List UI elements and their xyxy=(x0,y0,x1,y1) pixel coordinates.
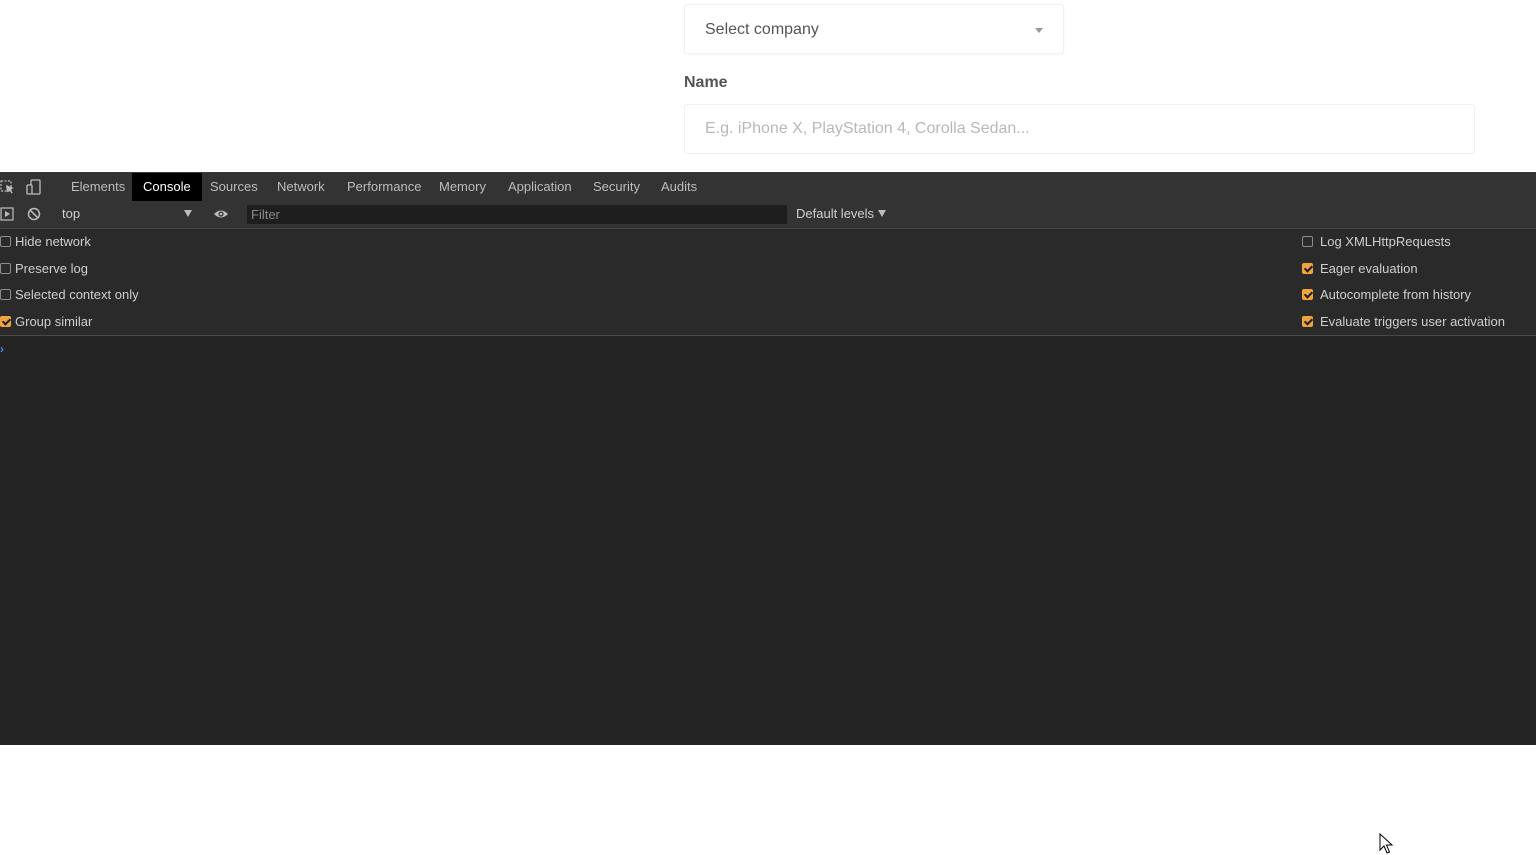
name-input[interactable] xyxy=(684,104,1475,154)
setting-label: Autocomplete from history xyxy=(1320,287,1472,302)
clear-console-icon[interactable] xyxy=(26,206,42,222)
dropdown-arrow-icon xyxy=(878,210,887,217)
checkbox[interactable] xyxy=(1302,289,1313,300)
checkbox[interactable] xyxy=(1302,263,1313,274)
console-output[interactable]: › xyxy=(0,336,1536,854)
tab-security[interactable]: Security xyxy=(582,173,651,201)
mouse-cursor-icon xyxy=(1379,833,1394,854)
devtools-tabbar: Elements Console Sources Network Perform… xyxy=(0,173,1536,201)
context-selector-value: top xyxy=(62,206,81,221)
checkbox[interactable] xyxy=(1302,236,1313,247)
tab-network[interactable]: Network xyxy=(266,173,336,201)
tab-console[interactable]: Console xyxy=(132,173,202,201)
setting-label: Selected context only xyxy=(15,287,139,302)
dropdown-arrow-icon xyxy=(184,210,192,217)
setting-label: Log XMLHttpRequests xyxy=(1320,234,1451,249)
eye-icon[interactable] xyxy=(213,206,229,222)
checkbox[interactable] xyxy=(0,263,11,274)
log-levels-label: Default levels xyxy=(796,206,875,221)
sidebar-toggle-icon[interactable] xyxy=(0,206,16,222)
checkbox[interactable] xyxy=(0,236,11,247)
device-toggle-icon[interactable] xyxy=(26,179,42,195)
tab-sources[interactable]: Sources xyxy=(199,173,269,201)
company-select-value: Select company xyxy=(705,21,819,38)
setting-label: Preserve log xyxy=(15,261,88,276)
tab-performance[interactable]: Performance xyxy=(336,173,432,201)
setting-label: Group similar xyxy=(15,314,93,329)
checkbox[interactable] xyxy=(0,316,11,327)
name-label: Name xyxy=(684,74,728,91)
tab-memory[interactable]: Memory xyxy=(428,173,497,201)
tab-elements[interactable]: Elements xyxy=(60,173,136,201)
checkbox[interactable] xyxy=(0,289,11,300)
console-prompt-chevron: › xyxy=(0,342,4,356)
tab-application[interactable]: Application xyxy=(497,173,583,201)
setting-label: Evaluate triggers user activation xyxy=(1320,314,1505,329)
chevron-down-icon xyxy=(1035,28,1043,33)
filter-input[interactable] xyxy=(247,205,787,224)
tab-audits[interactable]: Audits xyxy=(650,173,708,201)
checkbox[interactable] xyxy=(1302,316,1313,327)
devtools-panel: Elements Console Sources Network Perform… xyxy=(0,172,1536,854)
log-levels-dropdown[interactable]: Default levels xyxy=(796,206,887,221)
setting-label: Hide network xyxy=(15,234,91,249)
company-select[interactable]: Select company xyxy=(684,4,1064,54)
inspect-element-icon[interactable] xyxy=(0,179,16,195)
context-selector[interactable]: top xyxy=(62,206,198,223)
console-settings: Hide network Preserve log Selected conte… xyxy=(0,229,1536,336)
setting-label: Eager evaluation xyxy=(1320,261,1418,276)
web-page: Select company Name xyxy=(0,0,1536,172)
console-toolbar: top Default levels xyxy=(0,201,1536,229)
